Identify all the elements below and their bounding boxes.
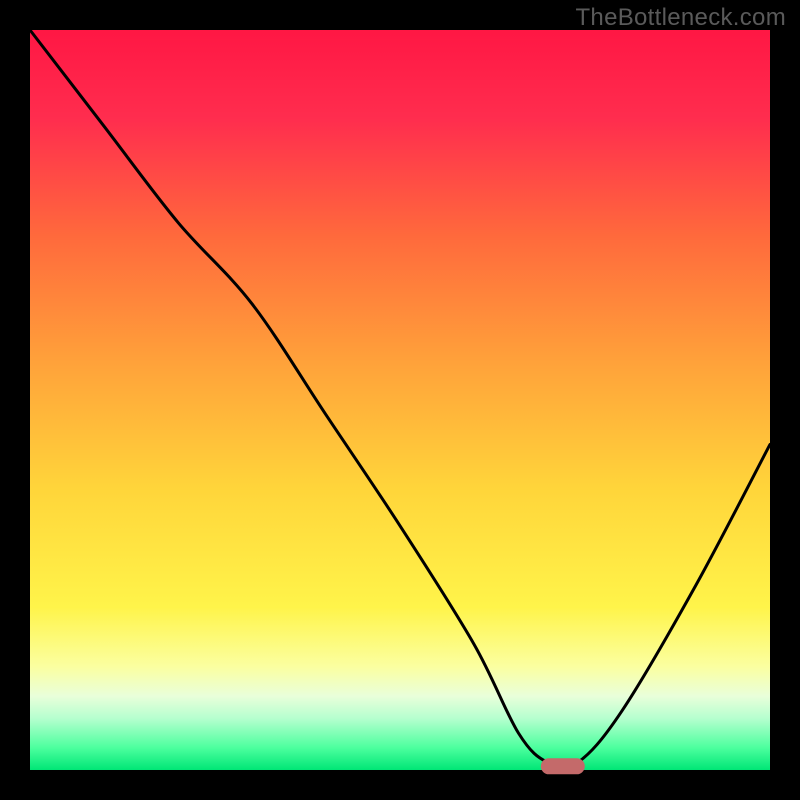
watermark-text: TheBottleneck.com [575,4,786,32]
bottleneck-plot [0,0,800,800]
optimal-marker [541,758,585,774]
gradient-background [30,30,770,770]
chart-frame: TheBottleneck.com [0,0,800,800]
